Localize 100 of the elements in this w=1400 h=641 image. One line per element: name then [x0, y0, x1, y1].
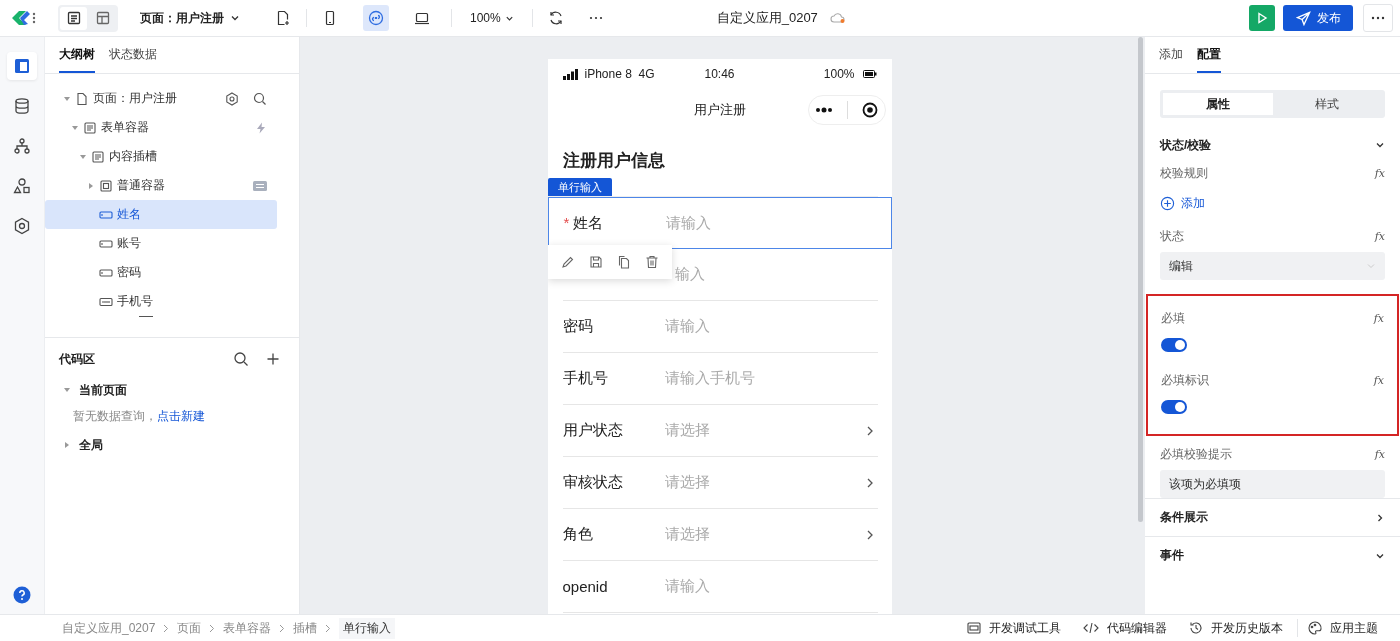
breadcrumb-item[interactable]: 页面: [177, 619, 202, 637]
more-icon: [815, 107, 834, 113]
formula-button[interactable]: fx: [1374, 229, 1385, 243]
field-placeholder: 请选择: [664, 525, 711, 544]
caret-icon[interactable]: [79, 152, 87, 161]
formula-button[interactable]: fx: [1374, 166, 1385, 180]
settings-icon[interactable]: [225, 91, 239, 106]
app-title: 自定义应用_0207: [716, 9, 818, 27]
save-icon[interactable]: [588, 255, 603, 269]
zoom-selector[interactable]: 100%: [470, 11, 514, 25]
target-icon: [861, 102, 878, 118]
toggle-switch[interactable]: [1161, 400, 1187, 414]
tree-item[interactable]: 姓名: [45, 200, 277, 229]
add-rule-button[interactable]: 添加: [1160, 195, 1205, 212]
search-icon[interactable]: [233, 351, 249, 367]
section-title: 注册用户信息: [561, 150, 666, 172]
page-icon: [75, 91, 89, 106]
caret-icon[interactable]: [63, 94, 71, 103]
formula-button[interactable]: fx: [1374, 447, 1385, 461]
breadcrumb-item[interactable]: 自定义应用_0207: [62, 619, 156, 637]
tree-item[interactable]: 普通容器: [45, 171, 277, 200]
toggle-switch[interactable]: [1161, 338, 1187, 352]
tree-item[interactable]: 账号: [45, 229, 277, 258]
section-header[interactable]: 状态/校验: [1160, 135, 1385, 155]
form-row[interactable]: 密码 请输入: [562, 301, 878, 353]
tree-item[interactable]: 内容插槽: [45, 142, 277, 171]
battery-level: 100%: [823, 67, 855, 81]
page-view-button[interactable]: [60, 6, 87, 30]
tree-item[interactable]: 表单容器: [45, 113, 277, 142]
more-icon: [1371, 16, 1385, 20]
edit-icon[interactable]: [560, 255, 575, 269]
tree-item[interactable]: 密码: [45, 258, 277, 287]
help-icon[interactable]: [13, 586, 31, 604]
breadcrumb-item[interactable]: 表单容器: [223, 619, 272, 637]
chevron-right-icon: [325, 623, 332, 633]
footer-tool-button[interactable]: 开发调试工具: [967, 619, 1061, 637]
segment-tab[interactable]: 样式: [1272, 93, 1382, 115]
field-label: 用户状态: [562, 421, 623, 440]
component-tag: 单行输入: [547, 178, 612, 196]
form-row[interactable]: 角色 请选择: [562, 509, 878, 561]
segment-tab[interactable]: 属性: [1163, 93, 1273, 115]
footer-tool-button[interactable]: 代码编辑器: [1083, 619, 1167, 637]
status-select[interactable]: 编辑: [1160, 252, 1385, 280]
panel-tab[interactable]: 大纲树: [59, 37, 95, 73]
palette-icon: [1308, 621, 1322, 635]
code-group[interactable]: 当前页面: [59, 380, 285, 400]
clock-time: 10:46: [704, 67, 736, 81]
property-label: 必填: [1161, 309, 1185, 327]
field-placeholder: 请输入: [665, 213, 712, 233]
scrollbar[interactable]: [1138, 37, 1143, 522]
console-icon: [967, 622, 981, 634]
publish-button[interactable]: 发布: [1283, 5, 1353, 31]
panel-tab[interactable]: 添加: [1159, 37, 1183, 73]
caret-icon: [63, 441, 71, 449]
run-button[interactable]: [1249, 5, 1275, 31]
mini-program-icon[interactable]: [363, 5, 389, 31]
form-icon: [91, 149, 105, 164]
outline-icon[interactable]: [7, 52, 37, 80]
battery-icon: [862, 70, 877, 78]
create-link[interactable]: 点击新建: [157, 409, 205, 423]
caret-icon[interactable]: [87, 181, 95, 190]
section-header[interactable]: 事件: [1145, 536, 1400, 574]
code-group[interactable]: 全局: [59, 435, 285, 455]
delete-icon[interactable]: [644, 255, 659, 269]
logo-icon: [10, 8, 36, 28]
chevron-right-icon: [865, 476, 874, 489]
breadcrumb-item[interactable]: 单行输入: [339, 617, 396, 639]
tree-item[interactable]: 页面：用户注册: [45, 84, 277, 113]
play-icon: [1256, 12, 1268, 24]
empty-message: 暂无数据查询，点击新建: [72, 408, 206, 425]
layout-icon: [94, 10, 111, 26]
page-selector[interactable]: 页面：用户注册: [140, 9, 240, 27]
panel-tab[interactable]: 配置: [1197, 37, 1221, 73]
chevron-right-icon: [209, 623, 216, 633]
panel-tab[interactable]: 状态数据: [109, 37, 157, 73]
carrier-text: iPhone 8 4G: [584, 67, 656, 81]
form-row[interactable]: openid 请输入: [562, 561, 878, 613]
formula-button[interactable]: fx: [1373, 311, 1384, 325]
chevron-icon: [1375, 140, 1385, 150]
form-icon: [83, 120, 97, 135]
field-label: 密码: [562, 317, 593, 336]
input-field[interactable]: 该项为必填项: [1160, 470, 1385, 498]
form-row[interactable]: 审核状态 请选择: [562, 457, 878, 509]
footer-tool-button[interactable]: 开发历史版本: [1189, 619, 1283, 637]
code-icon: [1083, 622, 1099, 634]
property-label: 状态: [1160, 227, 1184, 245]
caret-icon: [230, 13, 240, 23]
formula-button[interactable]: fx: [1373, 373, 1384, 387]
search-icon[interactable]: [253, 91, 267, 106]
form-row[interactable]: 用户状态 请选择: [562, 405, 878, 457]
tree-item[interactable]: 手机号: [45, 287, 277, 316]
signal-icon: [562, 68, 579, 80]
document-icon: [65, 10, 82, 26]
form-row[interactable]: 手机号 请输入手机号: [562, 353, 878, 405]
add-icon[interactable]: [267, 353, 279, 365]
copy-icon[interactable]: [616, 255, 631, 269]
breadcrumb-item[interactable]: 插槽: [293, 619, 318, 637]
section-header[interactable]: 条件展示: [1145, 498, 1400, 536]
footer-tool-button[interactable]: 应用主题: [1308, 619, 1378, 637]
caret-icon[interactable]: [71, 123, 79, 132]
